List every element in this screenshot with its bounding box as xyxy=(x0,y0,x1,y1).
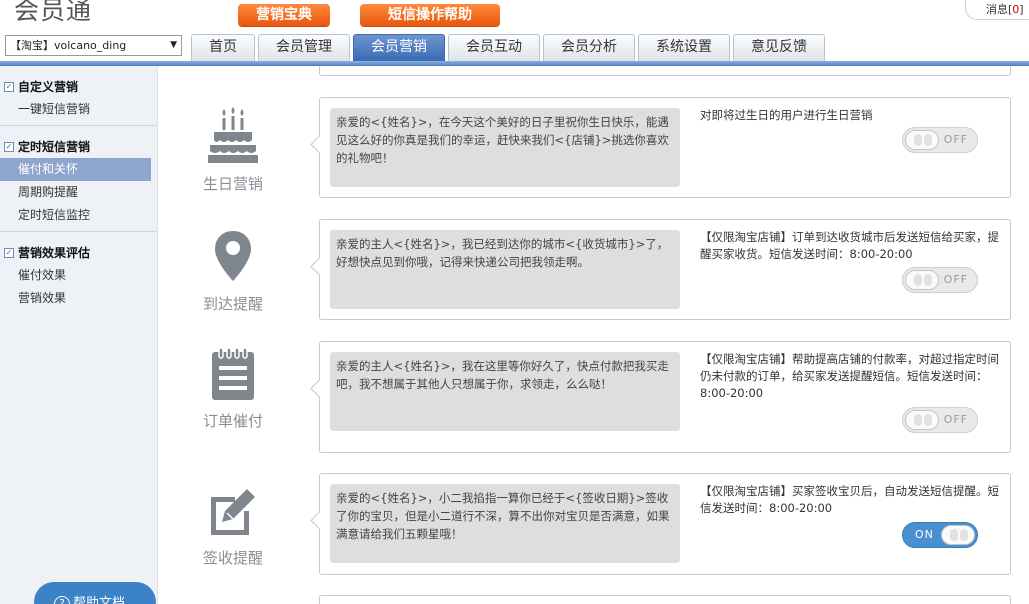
feature-title: 签收提醒 xyxy=(202,549,263,567)
tab-member-analysis[interactable]: 会员分析 xyxy=(543,34,635,61)
birthday-cake-icon xyxy=(208,107,258,163)
feature-card: 亲爱的主人<{姓名}>，我已经到达你的城市<{收货城市}>了，好想快点见到你哦，… xyxy=(319,219,1011,320)
sidebar-group-header[interactable]: ✓ 营销效果评估 xyxy=(0,242,157,264)
messages-link[interactable]: 消息[0] xyxy=(965,0,1029,20)
main-content: 生日营销 亲爱的<{姓名}>，在今天这个美好的日子里祝你生日快乐，能遇见这么好的… xyxy=(159,66,1029,604)
help-docs-label: 帮助文档 xyxy=(73,596,126,604)
toggle-label: ON xyxy=(915,528,934,541)
toggle-switch[interactable]: OFF xyxy=(902,267,978,293)
sidebar-item-sms-monitor[interactable]: 定时短信监控 xyxy=(0,204,157,227)
sidebar-item-payment-care[interactable]: 催付和关怀 xyxy=(0,158,151,181)
toggle-knob xyxy=(905,270,939,290)
sidebar-group-title: 定时短信营销 xyxy=(18,140,91,154)
sms-template[interactable]: 亲爱的主人<{姓名}>，我在这里等你好久了，快点付款把我买走吧，我不想属于其他人… xyxy=(330,352,680,431)
sidebar-group-header[interactable]: ✓ 定时短信营销 xyxy=(0,136,157,158)
feature-description: 【仅限淘宝店铺】买家签收宝贝后，自动发送短信提醒。短信发送时间：8:00-20:… xyxy=(700,484,999,515)
feature-card: 亲爱的<{姓名}>，在今天这个美好的日子里祝你生日快乐，能遇见这么好的你真是我们… xyxy=(319,97,1011,198)
sidebar-item-one-click-sms[interactable]: 一键短信营销 xyxy=(0,98,157,121)
sidebar-item-periodic-reminder[interactable]: 周期购提醒 xyxy=(0,181,157,204)
feature-payment: 订单催付 xyxy=(183,346,283,431)
feature-description: 【仅限淘宝店铺】订单到达收货城市后发送短信给买家，提醒买家收货。短信发送时间：8… xyxy=(700,230,999,261)
feature-card: 亲爱的<{姓名}>，小二我掐指一算你已经于<{签收日期}>签收了你的宝贝，但是小… xyxy=(319,473,1011,575)
card-partial-top xyxy=(319,66,1011,76)
toggle-switch[interactable]: OFF xyxy=(902,407,978,433)
tab-member-interaction[interactable]: 会员互动 xyxy=(448,34,540,61)
shop-select-value: 【淘宝】volcano_ding xyxy=(10,39,127,52)
marketing-guide-button[interactable]: 营销宝典 xyxy=(238,4,330,26)
main-nav: 首页 会员管理 会员营销 会员互动 会员分析 系统设置 意见反馈 xyxy=(191,34,825,61)
help-docs-button[interactable]: ? 帮助文档 xyxy=(34,582,156,604)
feature-title: 到达提醒 xyxy=(202,295,263,313)
feature-title: 订单催付 xyxy=(202,412,263,430)
feature-description: 对即将过生日的用户进行生日营销 xyxy=(700,108,873,122)
sidebar-group-title: 自定义营销 xyxy=(18,80,79,94)
notepad-icon xyxy=(212,347,254,400)
edit-icon xyxy=(211,489,255,535)
sms-template[interactable]: 亲爱的主人<{姓名}>，我已经到达你的城市<{收货城市}>了，好想快点见到你哦，… xyxy=(330,230,680,309)
card-partial-bottom xyxy=(319,595,1011,604)
messages-count: 0 xyxy=(1012,3,1020,16)
messages-label: 消息 xyxy=(986,3,1008,16)
sidebar-group-scheduled: ✓ 定时短信营销 催付和关怀 周期购提醒 定时短信监控 xyxy=(0,136,157,232)
feature-card: 亲爱的主人<{姓名}>，我在这里等你好久了，快点付款把我买走吧，我不想属于其他人… xyxy=(319,341,1011,453)
sms-help-button[interactable]: 短信操作帮助 xyxy=(360,4,500,26)
tab-member-marketing[interactable]: 会员营销 xyxy=(353,34,445,61)
feature-title: 生日营销 xyxy=(202,175,263,193)
toggle-label: OFF xyxy=(943,273,968,286)
chevron-down-icon: ▼ xyxy=(170,40,177,50)
toggle-label: OFF xyxy=(943,413,968,426)
tab-member-management[interactable]: 会员管理 xyxy=(258,34,350,61)
tab-feedback[interactable]: 意见反馈 xyxy=(733,34,825,61)
sms-template[interactable]: 亲爱的<{姓名}>，小二我掐指一算你已经于<{签收日期}>签收了你的宝贝，但是小… xyxy=(330,484,680,563)
toggle-switch[interactable]: OFF xyxy=(902,127,978,153)
tab-home[interactable]: 首页 xyxy=(191,34,255,61)
feature-description: 【仅限淘宝店铺】帮助提高店铺的付款率，对超过指定时间仍未付款的订单，给买家发送提… xyxy=(700,352,999,400)
feature-arrival: 到达提醒 xyxy=(183,229,283,314)
feature-signed: 签收提醒 xyxy=(183,487,283,568)
sms-template[interactable]: 亲爱的<{姓名}>，在今天这个美好的日子里祝你生日快乐，能遇见这么好的你真是我们… xyxy=(330,108,680,187)
sidebar-group-title: 营销效果评估 xyxy=(18,246,91,260)
tab-system-settings[interactable]: 系统设置 xyxy=(638,34,730,61)
sidebar-item-payment-effect[interactable]: 催付效果 xyxy=(0,264,157,287)
collapse-icon: ✓ xyxy=(4,142,14,152)
collapse-icon: ✓ xyxy=(4,248,14,258)
question-icon: ? xyxy=(54,596,70,604)
sidebar-group-custom: ✓ 自定义营销 一键短信营销 xyxy=(0,76,157,126)
toggle-knob xyxy=(941,525,975,545)
header: 会员通 营销宝典 短信操作帮助 消息[0] 【淘宝】volcano_ding ▼… xyxy=(0,0,1029,66)
feature-birthday: 生日营销 xyxy=(183,105,283,194)
toggle-knob xyxy=(905,130,939,150)
app-logo: 会员通 xyxy=(14,0,93,25)
location-pin-icon xyxy=(215,231,251,281)
toggle-switch[interactable]: ON xyxy=(902,522,978,548)
sidebar: ✓ 自定义营销 一键短信营销 ✓ 定时短信营销 催付和关怀 周期购提醒 定时短信… xyxy=(0,66,158,604)
toggle-knob xyxy=(905,410,939,430)
sidebar-group-header[interactable]: ✓ 自定义营销 xyxy=(0,76,157,98)
toggle-label: OFF xyxy=(943,133,968,146)
sidebar-group-evaluation: ✓ 营销效果评估 催付效果 营销效果 xyxy=(0,242,157,314)
collapse-icon: ✓ xyxy=(4,82,14,92)
sidebar-item-marketing-effect[interactable]: 营销效果 xyxy=(0,287,157,310)
shop-select[interactable]: 【淘宝】volcano_ding ▼ xyxy=(5,35,182,56)
